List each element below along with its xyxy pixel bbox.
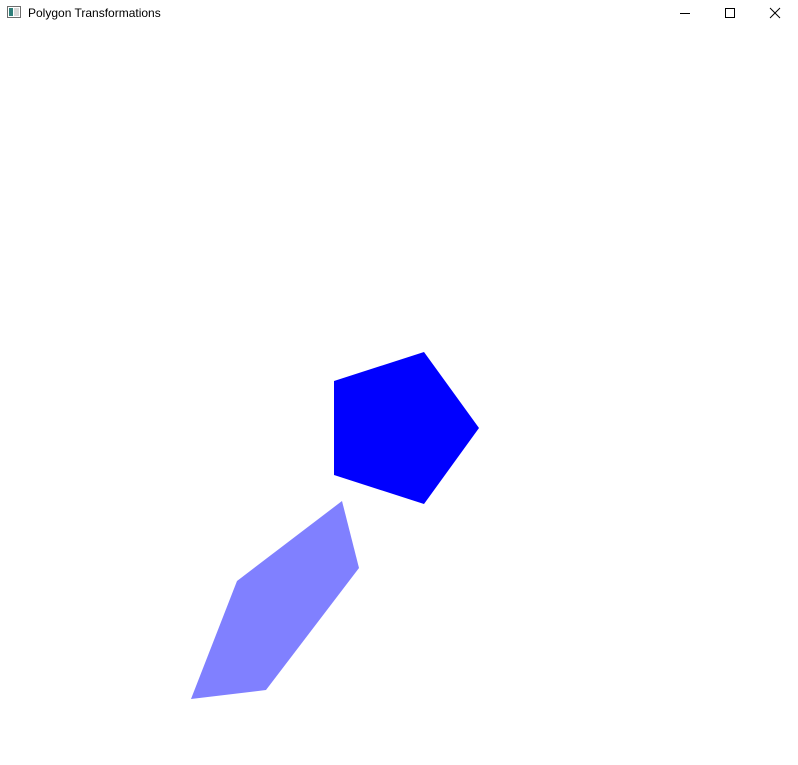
window-title: Polygon Transformations xyxy=(28,6,161,20)
minimize-button[interactable] xyxy=(662,0,708,26)
original-pentagon xyxy=(334,352,479,504)
title-bar[interactable]: Polygon Transformations xyxy=(0,0,798,26)
close-icon xyxy=(769,7,781,19)
minimize-icon xyxy=(680,13,690,14)
maximize-button[interactable] xyxy=(707,0,753,26)
transformed-polygon xyxy=(191,501,359,699)
app-window-icon xyxy=(7,6,21,18)
drawing-canvas xyxy=(191,352,479,699)
maximize-icon xyxy=(725,8,735,18)
app-window: Polygon Transformations xyxy=(0,0,798,765)
close-button[interactable] xyxy=(752,0,798,26)
